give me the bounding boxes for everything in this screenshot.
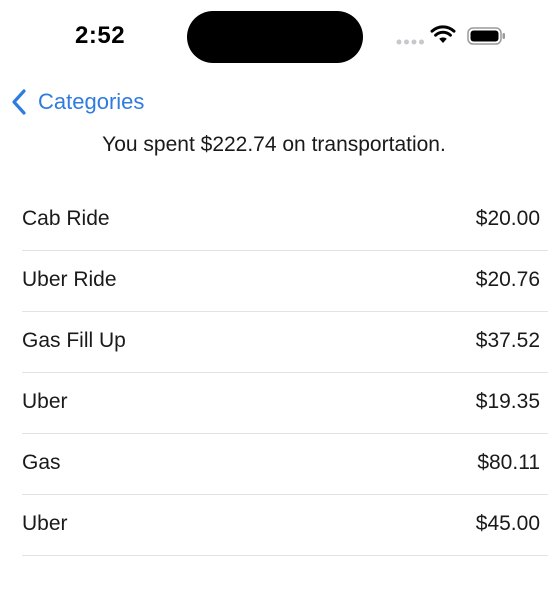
transaction-name: Cab Ride — [22, 207, 110, 230]
status-bar: 2:52 — [0, 0, 548, 72]
transaction-row[interactable]: Uber Ride $20.76 — [22, 251, 548, 312]
transaction-amount: $80.11 — [477, 451, 540, 474]
transaction-amount: $19.35 — [475, 390, 540, 413]
transaction-row[interactable]: Uber $19.35 — [22, 373, 548, 434]
transaction-name: Gas — [22, 451, 61, 474]
status-time: 2:52 — [75, 22, 126, 49]
transaction-amount: $20.00 — [475, 207, 540, 230]
spending-summary: You spent $222.74 on transportation. — [102, 133, 446, 156]
wifi-icon — [430, 25, 456, 43]
dynamic-island — [187, 11, 363, 63]
transaction-name: Uber — [22, 512, 68, 535]
transaction-row[interactable]: Uber $45.00 — [22, 495, 548, 556]
transaction-row[interactable]: Gas Fill Up $37.52 — [22, 312, 548, 373]
transaction-list: Cab Ride $20.00 Uber Ride $20.76 Gas Fil… — [22, 190, 548, 556]
transaction-amount: $45.00 — [475, 512, 540, 535]
transaction-name: Uber — [22, 390, 68, 413]
battery-icon — [467, 27, 505, 45]
back-button[interactable]: Categories — [10, 86, 144, 118]
back-button-label: Categories — [38, 89, 145, 114]
transaction-name: Uber Ride — [22, 268, 117, 291]
transaction-amount: $37.52 — [475, 329, 540, 352]
transaction-row[interactable]: Cab Ride $20.00 — [22, 190, 548, 251]
signal-dots-icon — [396, 39, 424, 45]
transaction-name: Gas Fill Up — [22, 329, 126, 352]
transaction-amount: $20.76 — [475, 268, 540, 291]
chevron-left-icon — [12, 89, 26, 115]
transaction-row[interactable]: Gas $80.11 — [22, 434, 548, 495]
